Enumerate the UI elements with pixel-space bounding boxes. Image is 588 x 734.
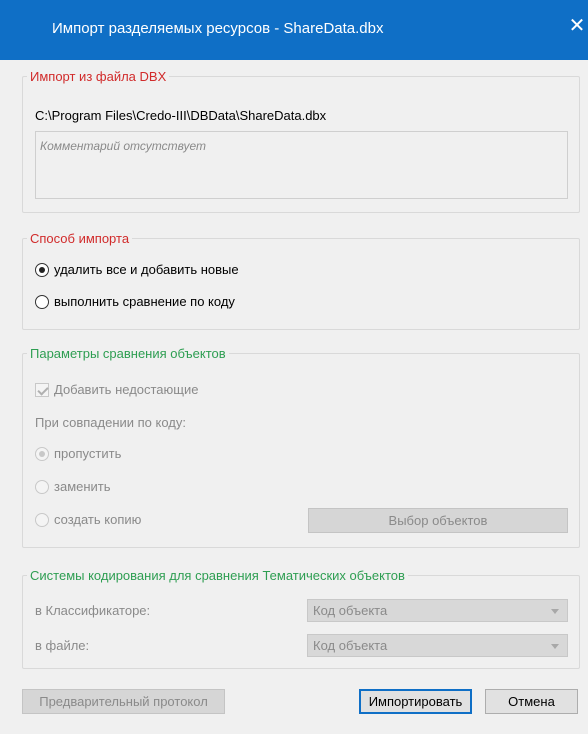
radio-button[interactable] [35, 512, 49, 527]
comment-box: Комментарий отсутствует [35, 131, 568, 199]
close-icon[interactable]: ✕ [566, 12, 588, 40]
radio-label: удалить все и добавить новые [54, 262, 239, 277]
cancel-button[interactable]: Отмена [485, 689, 578, 714]
radio-label: пропустить [54, 446, 122, 461]
import-method-group: Способ импорта [22, 231, 580, 330]
select-objects-button[interactable]: Выбор объектов [308, 508, 568, 533]
comment-text: Комментарий отсутствует [40, 139, 207, 153]
import-file-legend: Импорт из файла DBX [27, 69, 170, 85]
radio-button[interactable] [35, 294, 49, 309]
classifier-code-select[interactable]: Код объекта [307, 599, 568, 622]
radio-button[interactable] [35, 262, 49, 277]
radio-create-copy[interactable]: создать копию [35, 512, 141, 527]
radio-compare-by-code[interactable]: выполнить сравнение по коду [35, 294, 235, 309]
add-missing-checkbox[interactable]: Добавить недостающие [35, 382, 198, 397]
classifier-code-value: Код объекта [313, 603, 388, 618]
radio-button[interactable] [35, 479, 49, 494]
chevron-down-icon [551, 609, 559, 614]
radio-label: выполнить сравнение по коду [54, 294, 235, 309]
file-code-select[interactable]: Код объекта [307, 634, 568, 657]
radio-replace[interactable]: заменить [35, 479, 111, 494]
title-bar: Импорт разделяемых ресурсов - ShareData.… [0, 0, 588, 60]
chevron-down-icon [551, 644, 559, 649]
checkbox[interactable] [35, 382, 49, 397]
on-match-label: При совпадении по коду: [35, 415, 186, 430]
file-code-value: Код объекта [313, 638, 388, 653]
import-button[interactable]: Импортировать [359, 689, 472, 714]
window-title: Импорт разделяемых ресурсов - ShareData.… [52, 20, 384, 37]
classifier-label: в Классификаторе: [35, 603, 151, 618]
compare-params-legend: Параметры сравнения объектов [27, 346, 229, 362]
file-label: в файле: [35, 638, 90, 653]
preview-log-button[interactable]: Предварительный протокол [22, 689, 225, 714]
radio-delete-all-add-new[interactable]: удалить все и добавить новые [35, 262, 239, 277]
import-method-legend: Способ импорта [27, 231, 133, 247]
radio-skip[interactable]: пропустить [35, 446, 121, 461]
file-path: C:\Program Files\Credo-III\DBData\ShareD… [35, 108, 327, 123]
radio-label: заменить [54, 479, 111, 494]
radio-label: создать копию [54, 512, 142, 527]
coding-systems-legend: Системы кодирования для сравнения Темати… [27, 568, 408, 584]
radio-button[interactable] [35, 446, 49, 461]
checkbox-label: Добавить недостающие [54, 382, 199, 397]
